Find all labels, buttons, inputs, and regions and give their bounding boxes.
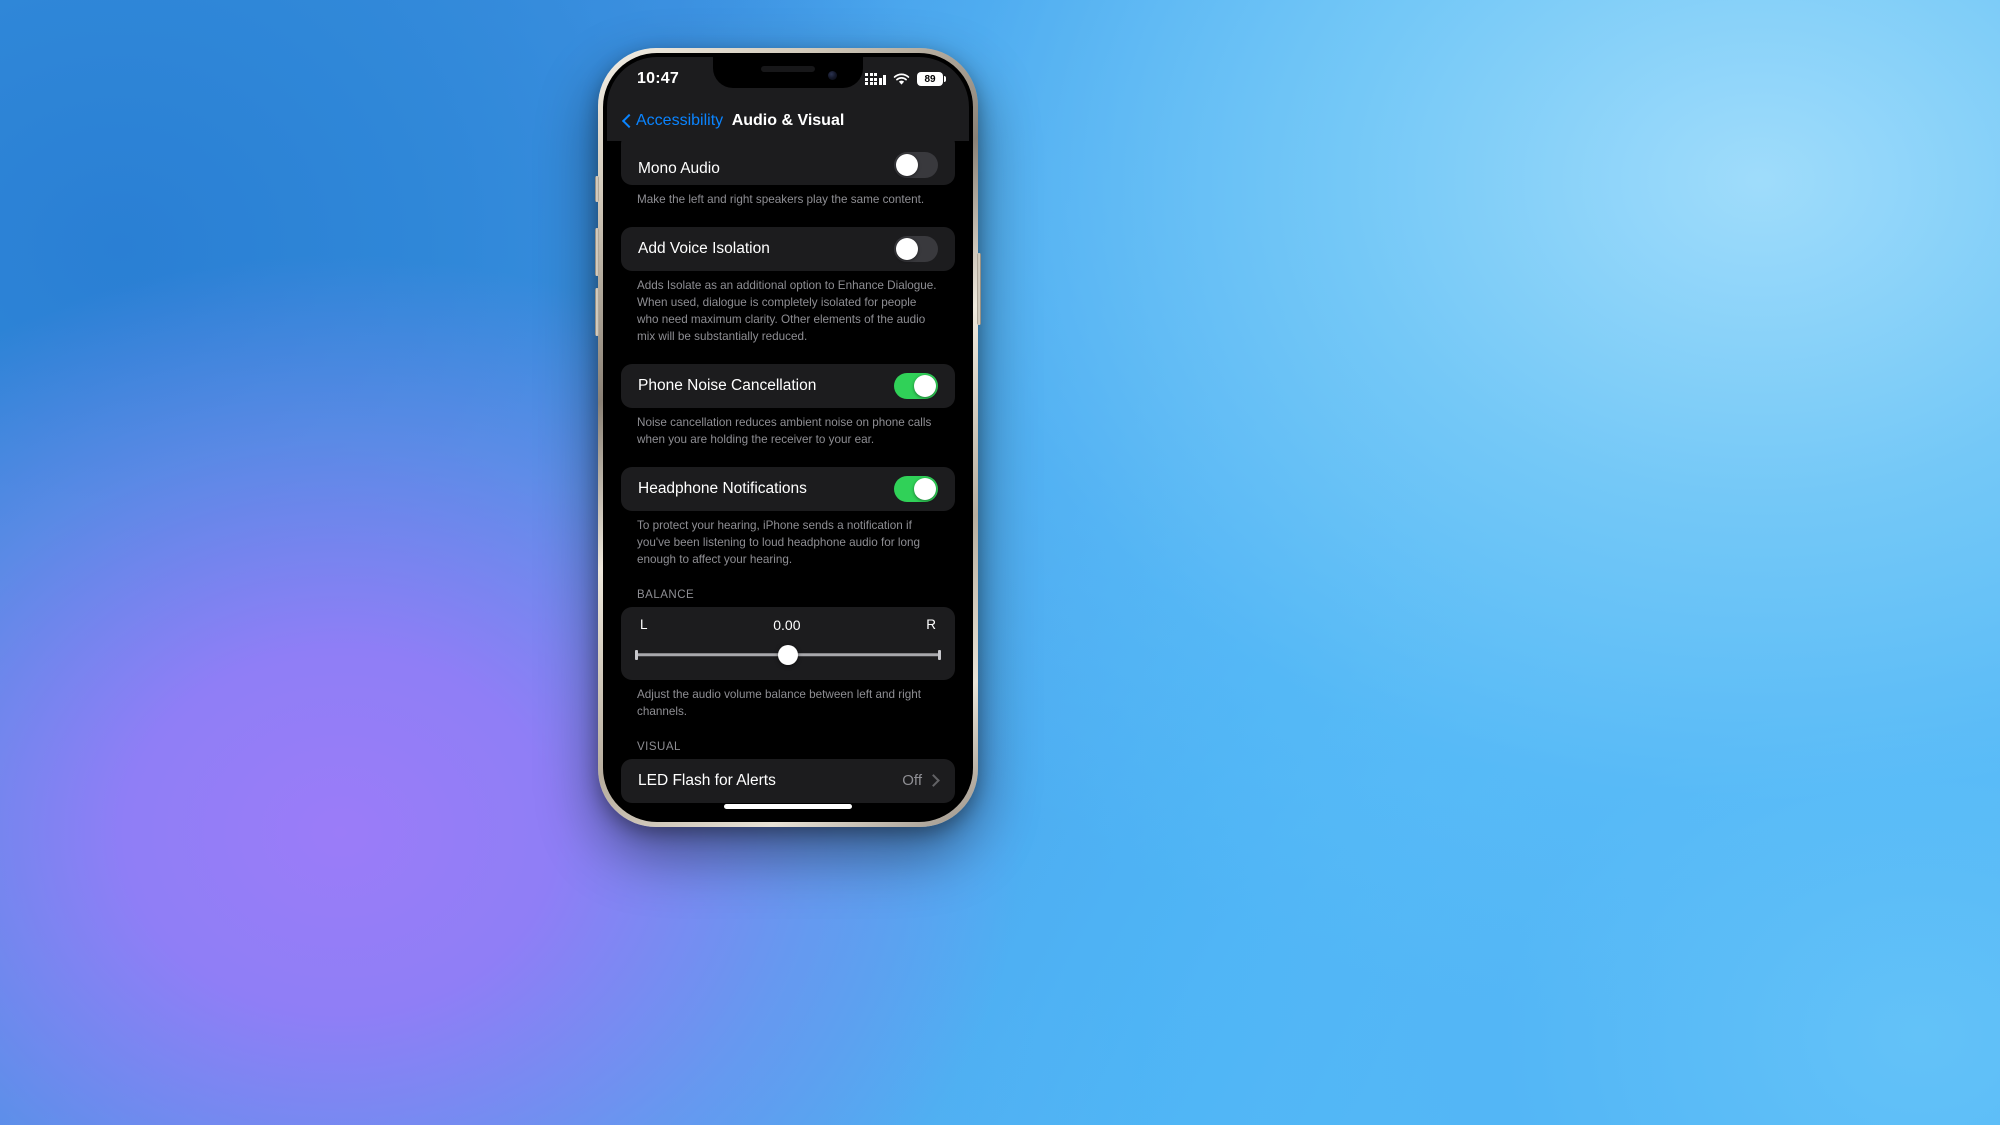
mono-audio-card: Mono Audio: [621, 141, 955, 185]
row-headphone-notifications[interactable]: Headphone Notifications: [621, 467, 955, 511]
mono-audio-footnote: Make the left and right speakers play th…: [637, 193, 925, 206]
balance-section-header: BALANCE: [637, 588, 695, 601]
row-mono-audio[interactable]: Mono Audio: [621, 141, 955, 185]
led-flash-value: Off: [902, 772, 922, 790]
mono-audio-label: Mono Audio: [638, 160, 720, 177]
notch: [713, 57, 863, 88]
led-flash-value-group: Off: [902, 772, 938, 789]
iphone-device-frame: 10:47 89 Accessibility Audio & Visual Mo…: [595, 48, 981, 827]
visual-card: LED Flash for Alerts Off: [621, 758, 955, 803]
battery-level-text: 89: [924, 73, 936, 85]
status-bar-time: 10:47: [637, 70, 679, 87]
balance-value: 0.00: [773, 616, 801, 633]
cellular-signal-icon: [865, 73, 886, 85]
row-add-voice-isolation[interactable]: Add Voice Isolation: [621, 227, 955, 271]
row-led-flash-for-alerts[interactable]: LED Flash for Alerts Off: [621, 759, 955, 803]
slider-thumb[interactable]: [778, 644, 798, 665]
headphone-notifications-toggle[interactable]: [894, 475, 938, 502]
balance-slider[interactable]: [635, 642, 941, 668]
add-voice-isolation-toggle[interactable]: [894, 235, 938, 262]
visual-section-header: VISUAL: [637, 740, 681, 753]
add-voice-isolation-label: Add Voice Isolation: [638, 239, 770, 257]
iphone-screen: 10:47 89 Accessibility Audio & Visual Mo…: [607, 57, 969, 818]
balance-footnote: Adjust the audio volume balance between …: [637, 687, 921, 718]
phone-noise-cancellation-footnote: Noise cancellation reduces ambient noise…: [637, 415, 932, 446]
add-voice-isolation-footnote: Adds Isolate as an additional option to …: [637, 278, 937, 343]
phone-noise-cancellation-card: Phone Noise Cancellation: [621, 363, 955, 408]
volume-down-button[interactable]: [595, 288, 599, 336]
phone-noise-cancellation-label: Phone Noise Cancellation: [638, 376, 817, 394]
power-button[interactable]: [977, 253, 981, 325]
row-phone-noise-cancellation[interactable]: Phone Noise Cancellation: [621, 364, 955, 408]
headphone-notifications-label: Headphone Notifications: [638, 479, 807, 497]
headphone-notifications-card: Headphone Notifications: [621, 466, 955, 511]
home-indicator[interactable]: [724, 804, 852, 809]
navigation-bar: Accessibility Audio & Visual: [607, 101, 969, 141]
silent-switch[interactable]: [595, 176, 599, 202]
headphone-notifications-footnote: To protect your hearing, iPhone sends a …: [637, 518, 920, 566]
slider-right-cap: [938, 649, 941, 660]
balance-values: L 0.00 R: [635, 617, 941, 633]
volume-up-button[interactable]: [595, 228, 599, 276]
battery-icon: 89: [917, 72, 946, 86]
earpiece-speaker-icon: [761, 66, 815, 72]
led-flash-label: LED Flash for Alerts: [638, 771, 776, 789]
add-voice-isolation-card: Add Voice Isolation: [621, 226, 955, 271]
wifi-icon: [893, 73, 910, 85]
settings-scroll-view[interactable]: Mono Audio Make the left and right speak…: [607, 141, 969, 818]
chevron-left-icon: [621, 115, 633, 127]
balance-card: L 0.00 R: [621, 606, 955, 680]
front-camera-icon: [828, 71, 837, 80]
balance-left-label: L: [640, 617, 648, 633]
desktop-wallpaper: [0, 0, 2000, 1125]
slider-left-cap: [635, 649, 638, 660]
mono-audio-toggle[interactable]: [894, 152, 938, 178]
back-button[interactable]: Accessibility: [621, 112, 723, 130]
chevron-right-icon: [929, 776, 938, 785]
balance-right-label: R: [926, 617, 936, 633]
status-bar-indicators: 89: [865, 72, 946, 86]
phone-noise-cancellation-toggle[interactable]: [894, 372, 938, 399]
device-bezel: 10:47 89 Accessibility Audio & Visual Mo…: [603, 53, 973, 822]
back-button-label: Accessibility: [636, 112, 724, 129]
